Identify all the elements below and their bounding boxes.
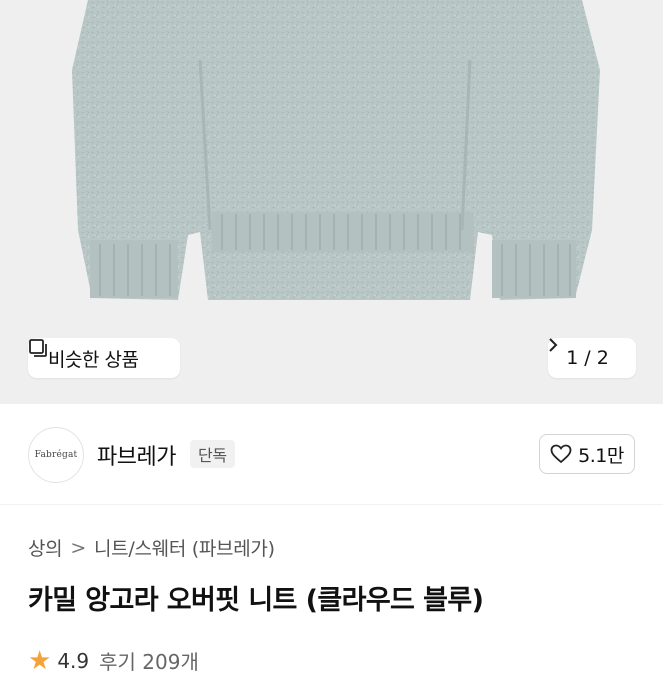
review-count: 후기 209개 (99, 650, 199, 674)
divider (0, 504, 663, 505)
like-count: 5.1만 (578, 444, 624, 467)
like-button[interactable]: 5.1만 (539, 434, 635, 474)
breadcrumb-category[interactable]: 상의 (28, 534, 63, 561)
rating-summary[interactable]: ★ 4.9 후기 209개 (28, 646, 199, 675)
breadcrumb-separator: > (70, 536, 86, 559)
page-current: 1 (566, 347, 579, 369)
heart-icon (550, 444, 572, 464)
breadcrumb-subcategory[interactable]: 니트/스웨터 (파브레가) (94, 534, 275, 561)
product-title: 카밀 앙고라 오버핏 니트 (클라우드 블루) (28, 585, 484, 616)
brand-logo-text: Fabrégat (34, 450, 78, 460)
similar-products-label: 비슷한 상품 (48, 348, 139, 371)
similar-products-button[interactable]: 비슷한 상품 (28, 338, 180, 378)
exclusive-badge: 단독 (190, 440, 235, 468)
brand-name[interactable]: 파브레가 (97, 439, 176, 471)
product-image[interactable]: 비슷한 상품 1 / 2 (0, 0, 663, 404)
breadcrumb: 상의 > 니트/스웨터 (파브레가) (28, 534, 275, 561)
rating-score: 4.9 (57, 648, 90, 673)
star-icon: ★ (28, 645, 52, 676)
page-total: 2 (596, 347, 609, 369)
page-separator: / (584, 347, 591, 369)
brand-logo[interactable]: Fabrégat (28, 427, 84, 483)
image-pager[interactable]: 1 / 2 (548, 338, 636, 378)
